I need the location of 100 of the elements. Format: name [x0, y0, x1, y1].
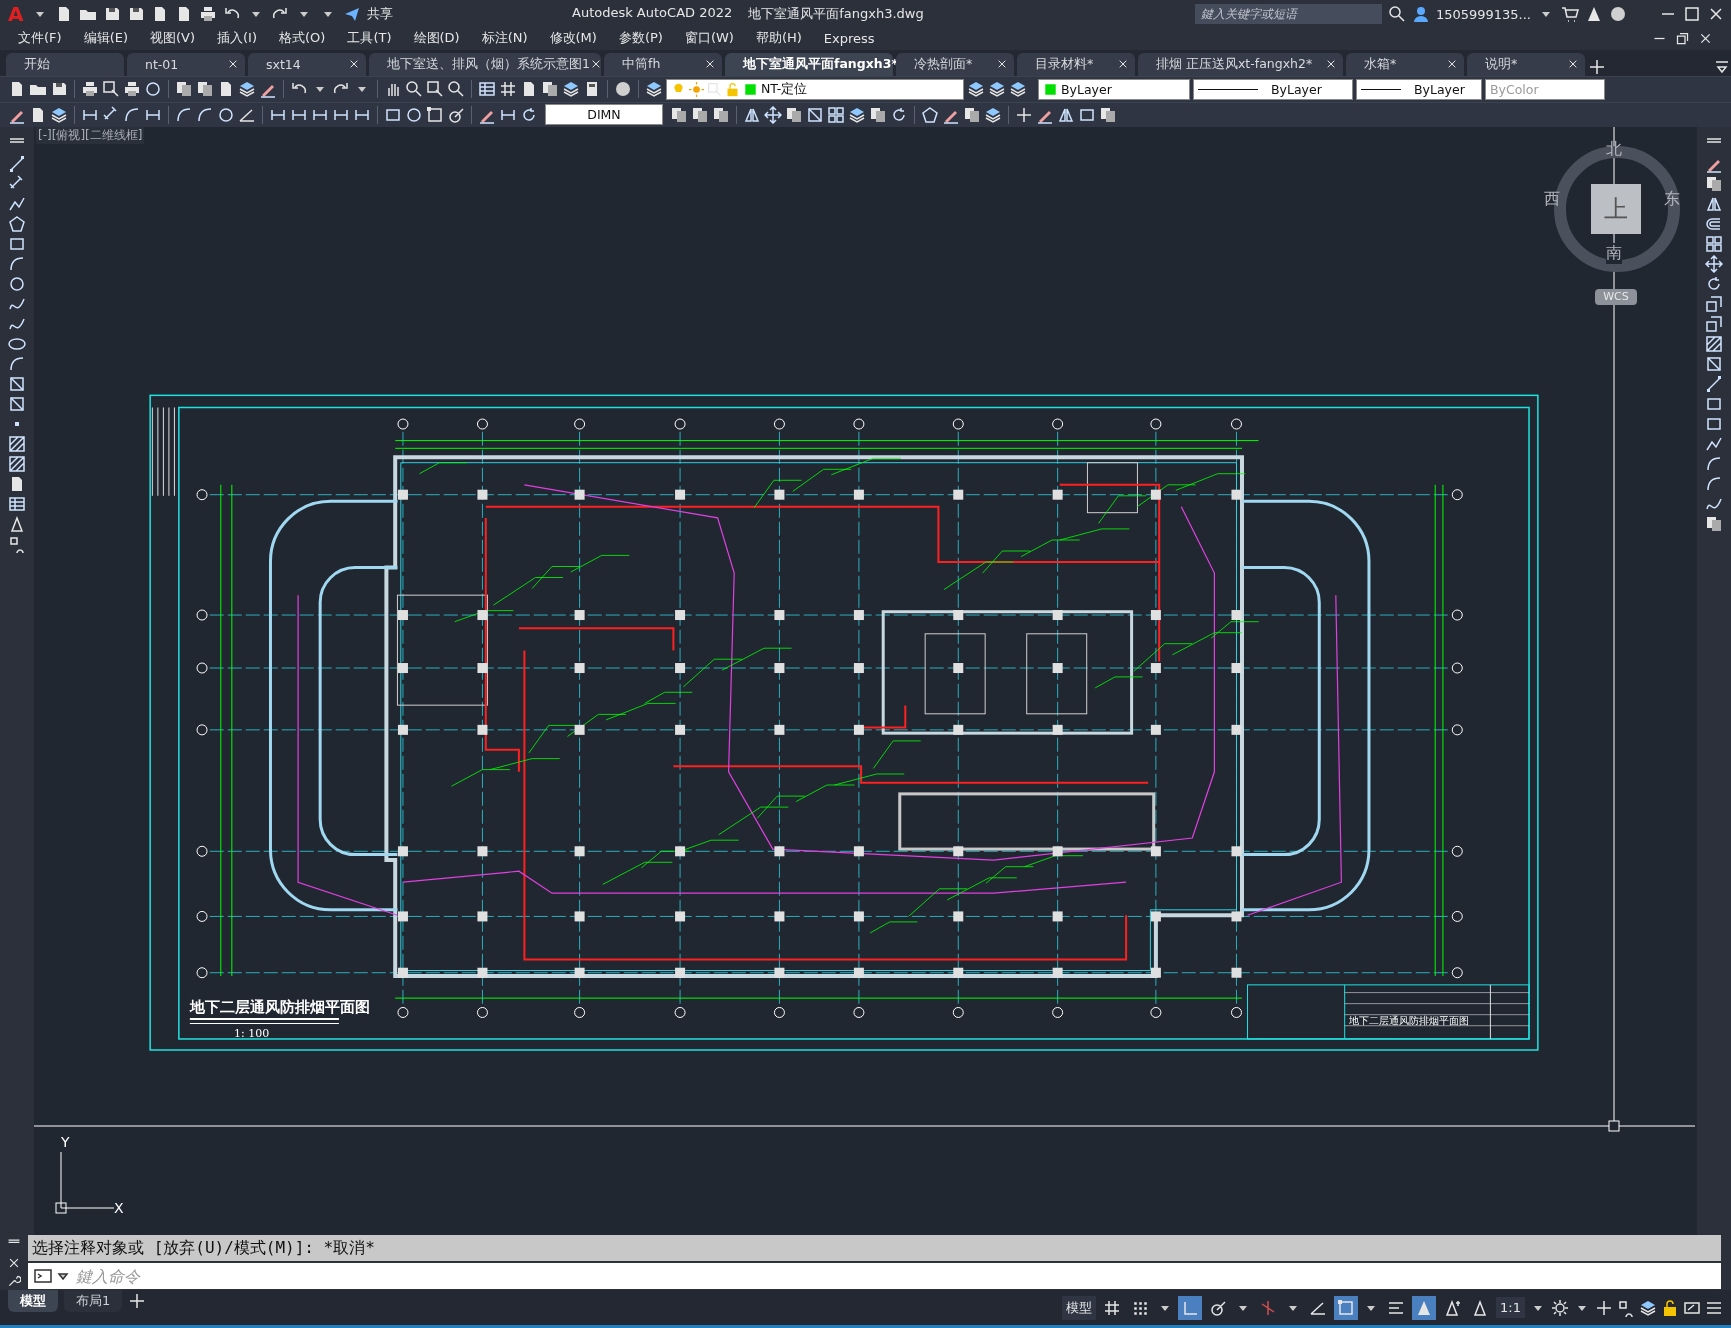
copy-icon[interactable] — [963, 105, 981, 124]
restore-icon[interactable] — [1675, 30, 1690, 46]
wrench-icon[interactable] — [7, 1274, 21, 1289]
layers-icon[interactable] — [848, 105, 866, 124]
account-button[interactable]: 1505999135... — [1435, 6, 1531, 22]
block-icon[interactable] — [806, 105, 824, 124]
layers-icon[interactable] — [1009, 80, 1027, 99]
file-tab[interactable]: 开始 — [6, 52, 124, 76]
hatch-icon[interactable] — [1705, 335, 1723, 354]
plus-icon[interactable] — [1015, 105, 1033, 124]
dimension-style-dropdown[interactable]: DIMN — [545, 104, 663, 126]
rotate-icon[interactable] — [890, 105, 908, 124]
printer-icon[interactable] — [81, 80, 99, 99]
osnap-icon[interactable] — [426, 105, 444, 124]
arc-icon[interactable] — [196, 105, 214, 124]
menu-item[interactable]: 窗口(W) — [684, 29, 734, 48]
copy-icon[interactable] — [1099, 105, 1117, 124]
copy-icon[interactable] — [670, 105, 688, 124]
annotation-icon[interactable] — [1585, 5, 1603, 24]
polar-icon[interactable] — [447, 105, 465, 124]
menu-item[interactable]: 修改(M) — [549, 29, 597, 48]
copy-icon[interactable] — [541, 80, 559, 99]
line-icon[interactable] — [8, 155, 26, 174]
cart-icon[interactable] — [1561, 5, 1579, 24]
help-icon[interactable] — [614, 80, 632, 99]
table-icon[interactable] — [8, 495, 26, 514]
layers-icon[interactable] — [238, 80, 256, 99]
file-tab[interactable]: 地下室送、排风（烟）系统示意图1 — [369, 52, 601, 76]
copy-icon[interactable] — [1705, 175, 1723, 194]
menu-item[interactable]: 文件(F) — [18, 29, 62, 48]
table-icon[interactable] — [478, 80, 496, 99]
status-toggle[interactable] — [1178, 1295, 1203, 1320]
array-icon[interactable] — [1705, 235, 1723, 254]
rotate-icon[interactable] — [520, 105, 538, 124]
status-toggle[interactable] — [1334, 1295, 1359, 1320]
menu-item[interactable]: 插入(I) — [217, 29, 257, 48]
array-icon[interactable] — [827, 105, 845, 124]
file-tab[interactable]: 排烟 正压送风xt-fangxh2* — [1138, 52, 1343, 76]
maximize-icon[interactable] — [1683, 5, 1701, 24]
zoom-icon[interactable] — [447, 80, 465, 99]
viewcube-face[interactable]: 上 — [1591, 184, 1641, 235]
printer-icon[interactable] — [123, 80, 141, 99]
command-line-field[interactable]: 鍵入命令 — [28, 1263, 1721, 1290]
lock-icon[interactable] — [1661, 1298, 1679, 1317]
copy-icon[interactable] — [196, 80, 214, 99]
block-icon[interactable] — [8, 375, 26, 394]
arc-icon[interactable] — [123, 105, 141, 124]
settings-icon[interactable] — [1551, 1298, 1569, 1317]
block-icon[interactable] — [8, 395, 26, 414]
layers-icon[interactable] — [988, 80, 1006, 99]
zoom-icon[interactable] — [1387, 5, 1406, 24]
menu-item[interactable]: 标注(N) — [481, 29, 528, 48]
command-input[interactable]: 鍵入命令 — [74, 1265, 1721, 1287]
layout-tab[interactable]: 模型 — [8, 1290, 58, 1313]
arc-icon[interactable] — [175, 105, 193, 124]
copy-icon[interactable] — [712, 105, 730, 124]
annotation-scale-button[interactable]: 1:1 — [1496, 1297, 1525, 1319]
polygon-icon[interactable] — [921, 105, 939, 124]
layers-icon[interactable] — [984, 105, 1002, 124]
scale-icon[interactable] — [1705, 295, 1723, 314]
menu-item[interactable]: Express — [823, 30, 875, 46]
move-icon[interactable] — [1705, 255, 1723, 274]
compass-north-label[interactable]: 北 — [1606, 139, 1622, 161]
viewport-label[interactable]: [-][俯视][二维线框] — [36, 127, 145, 145]
layers-icon[interactable] — [1639, 1298, 1657, 1317]
file-tab[interactable]: 水箱* — [1346, 52, 1464, 76]
menu-item[interactable]: 视图(V) — [150, 29, 196, 48]
color-dropdown[interactable]: ByLayer — [1038, 78, 1190, 100]
copy-icon[interactable] — [1705, 515, 1723, 534]
share-button[interactable]: 共享 — [367, 5, 394, 24]
file-tab[interactable]: sxt14 — [248, 52, 366, 76]
linetype-dropdown[interactable]: ByLayer — [1193, 78, 1353, 100]
file-tab[interactable]: 说明* — [1467, 52, 1585, 76]
file-tab[interactable]: 目录材料* — [1017, 52, 1135, 76]
command-prompt-icon[interactable] — [34, 1267, 52, 1286]
polygon-icon[interactable] — [8, 215, 26, 234]
copy-icon[interactable] — [175, 80, 193, 99]
menu-item[interactable]: 参数(P) — [618, 29, 663, 48]
status-toggle[interactable] — [1412, 1295, 1437, 1320]
copy-icon[interactable] — [785, 105, 803, 124]
grid-icon[interactable] — [499, 80, 517, 99]
model-space-button[interactable]: 模型 — [1062, 1295, 1097, 1320]
menu-item[interactable]: 工具(T) — [347, 29, 392, 48]
file-tab[interactable]: 冷热剖面* — [896, 52, 1014, 76]
search-field[interactable]: 鍵入关键字或短语 — [1194, 4, 1382, 25]
zoom-window-icon[interactable] — [426, 80, 444, 99]
help-icon[interactable] — [1609, 5, 1627, 24]
layers-icon[interactable] — [645, 80, 663, 99]
printer-icon[interactable] — [199, 5, 218, 24]
plus-icon[interactable] — [1588, 57, 1606, 76]
block-icon[interactable] — [1705, 355, 1723, 374]
annotation-scale-icon[interactable] — [8, 515, 26, 534]
lineweight-dropdown[interactable]: ByLayer — [1356, 78, 1482, 100]
file-tab[interactable]: nt-01 — [127, 52, 245, 76]
user-icon[interactable] — [1411, 5, 1430, 24]
copy-icon[interactable] — [869, 105, 887, 124]
layers-icon[interactable] — [967, 80, 985, 99]
zoom-window-icon[interactable] — [102, 80, 120, 99]
plus-icon[interactable] — [1595, 1298, 1613, 1317]
zoom-icon[interactable] — [405, 80, 423, 99]
